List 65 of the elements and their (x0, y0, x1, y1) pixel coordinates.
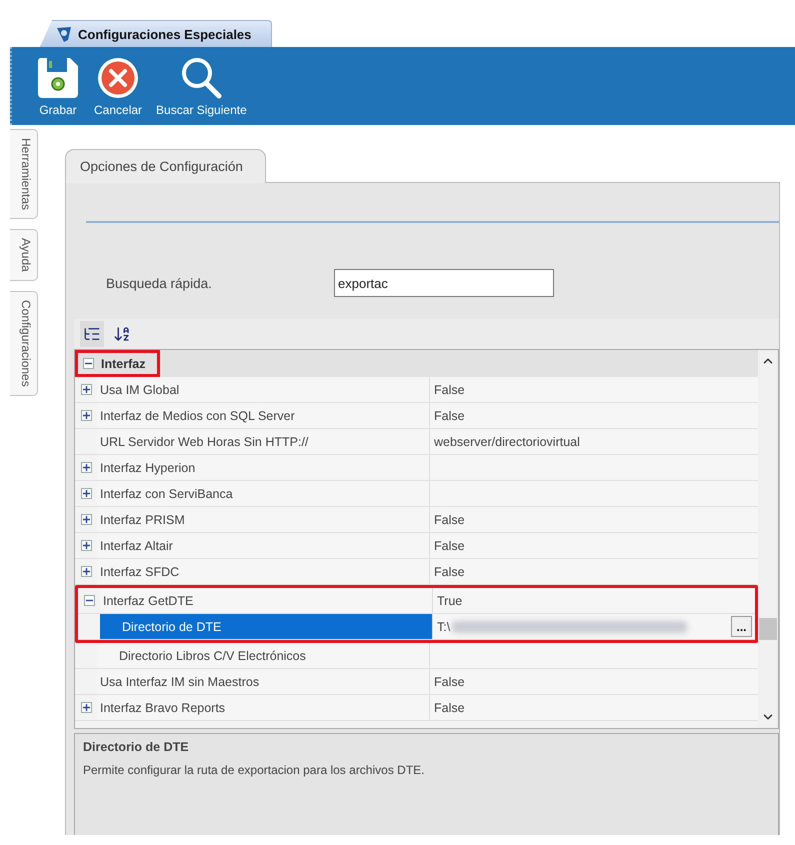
tab-title: Configuraciones Especiales (78, 26, 252, 42)
property-row[interactable]: Interfaz SFDC False (75, 559, 758, 585)
minus-icon (86, 597, 92, 604)
property-row[interactable]: Interfaz PRISM False (75, 507, 758, 533)
property-value: False (434, 564, 465, 578)
search-icon (179, 56, 224, 100)
expand-button[interactable] (80, 566, 92, 577)
property-row[interactable]: Interfaz GetDTE True (78, 588, 755, 614)
property-row[interactable]: Usa IM Global False (75, 377, 758, 403)
expand-button[interactable] (80, 462, 92, 473)
property-value: webserver/directoriovirtual (434, 434, 580, 448)
plus-icon (82, 704, 90, 711)
property-value: False (434, 538, 465, 552)
expand-button[interactable] (80, 410, 92, 421)
search-label: Busqueda rápida. (106, 276, 213, 290)
property-value: False (434, 382, 465, 396)
side-tab[interactable]: Herramientas (10, 129, 38, 220)
plus-icon (82, 412, 90, 419)
cancel-button[interactable]: Cancelar (94, 56, 142, 117)
property-value: False (434, 512, 465, 526)
property-value: False (434, 700, 465, 714)
minus-icon (85, 360, 92, 367)
description-title: Directorio de DTE (83, 740, 190, 754)
property-row[interactable]: Usa Interfaz IM sin Maestros False (75, 669, 758, 695)
property-value: True (437, 594, 462, 608)
scroll-thumb[interactable] (759, 618, 777, 640)
property-row[interactable]: URL Servidor Web Horas Sin HTTP:// webserver/directoriovirtual (75, 429, 758, 455)
document-tab[interactable]: Configuraciones Especiales (40, 20, 272, 47)
property-row[interactable]: Interfaz con ServiBanca (75, 481, 758, 507)
collapse-button[interactable] (84, 595, 94, 606)
plus-icon (82, 568, 90, 575)
panel-tab[interactable]: Opciones de Configuración (65, 149, 266, 183)
save-button[interactable]: Grabar (36, 56, 80, 117)
plus-icon (82, 516, 90, 523)
description-text: Permite configurar la ruta de exportacion para los archivos DTE. (83, 763, 426, 777)
expand-button[interactable] (80, 540, 92, 551)
side-tab[interactable]: Ayuda (10, 229, 38, 281)
property-row[interactable]: Interfaz Hyperion (75, 455, 758, 481)
property-row[interactable]: Interfaz Bravo Reports False (75, 695, 758, 721)
property-row[interactable]: Directorio de DTE T:\ ... (78, 614, 755, 640)
expand-button[interactable] (80, 702, 92, 713)
cancel-icon (96, 56, 140, 100)
category-row[interactable]: Interfaz (75, 350, 758, 377)
expand-button[interactable] (80, 384, 92, 395)
plus-icon (82, 490, 90, 497)
property-row[interactable]: Interfaz Altair False (75, 533, 758, 559)
expand-button[interactable] (80, 488, 92, 499)
property-name: Directorio de DTE (100, 614, 433, 639)
side-tab[interactable]: Configuraciones (10, 290, 38, 396)
property-value: T:\ (437, 620, 450, 634)
plus-icon (82, 464, 90, 471)
category-title: Interfaz (101, 356, 146, 370)
plus-icon (82, 542, 90, 549)
property-value: False (434, 674, 465, 688)
expand-button[interactable] (80, 514, 92, 525)
categorized-view-icon[interactable] (80, 321, 104, 347)
shield-icon (55, 25, 73, 43)
search-button[interactable]: Buscar Siguiente (156, 56, 247, 117)
property-value: False (434, 408, 465, 422)
browse-button[interactable]: ... (731, 616, 752, 637)
property-row[interactable]: Interfaz de Medios con SQL Server False (75, 403, 758, 429)
search-field[interactable]: exportac (334, 269, 554, 297)
plus-icon (82, 386, 90, 393)
property-row[interactable]: Directorio Libros C/V Electrónicos (75, 643, 758, 669)
collapse-button[interactable] (83, 358, 94, 369)
